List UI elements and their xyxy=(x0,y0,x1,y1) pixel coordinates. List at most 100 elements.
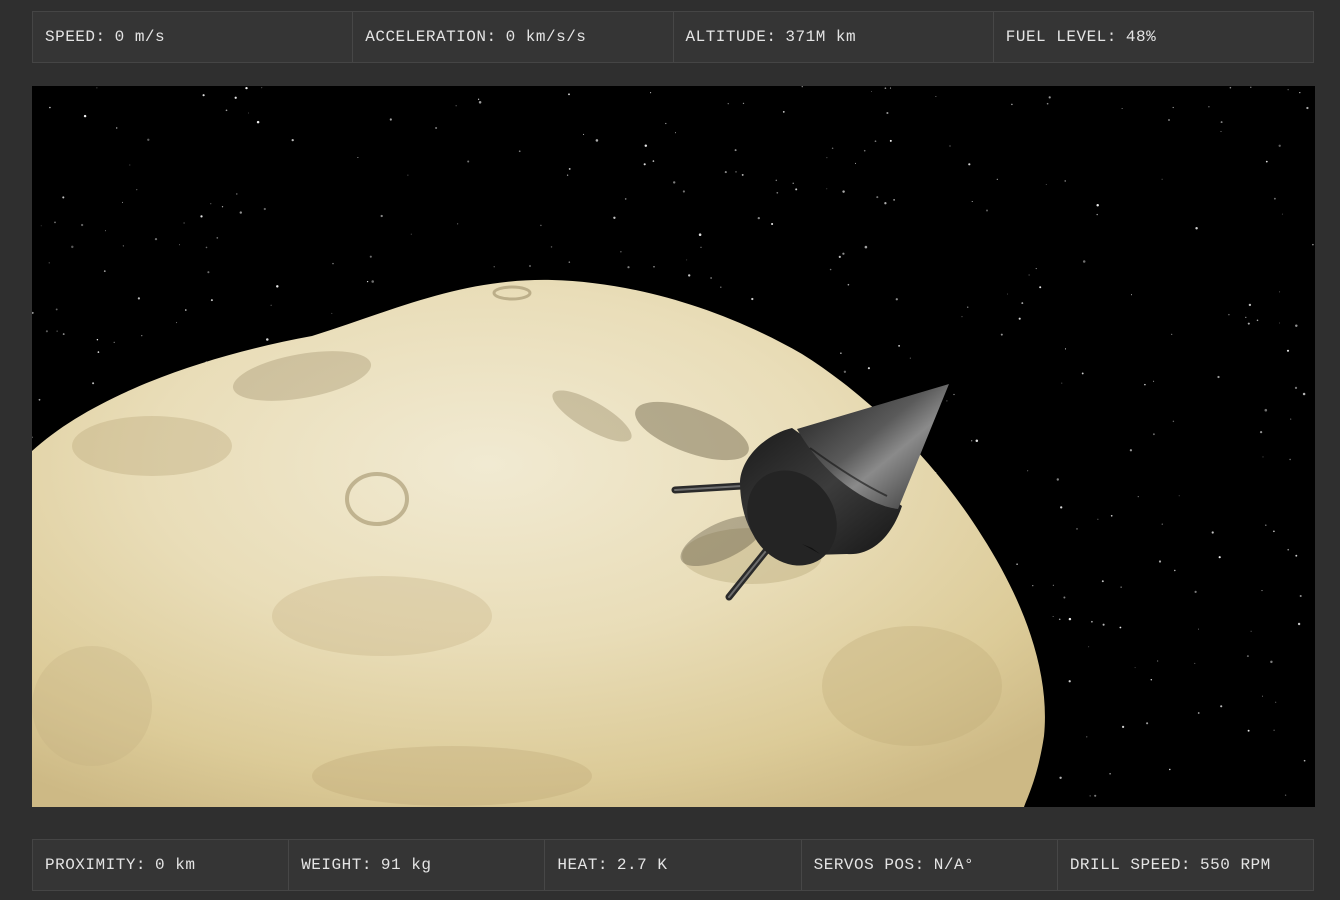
star xyxy=(332,262,334,265)
star xyxy=(643,163,646,166)
star xyxy=(889,87,892,89)
star xyxy=(776,191,779,194)
star xyxy=(771,222,774,226)
star xyxy=(122,201,123,203)
star xyxy=(1247,729,1250,732)
speed-readout: SPEED: 0 m/s xyxy=(33,12,354,62)
star xyxy=(1061,382,1063,384)
star xyxy=(1027,470,1029,472)
star xyxy=(71,245,74,249)
drill-speed-value: 550 RPM xyxy=(1200,856,1271,874)
star xyxy=(1158,560,1162,563)
star xyxy=(1150,678,1153,681)
star xyxy=(829,268,832,271)
star xyxy=(1218,556,1221,559)
star xyxy=(686,259,688,261)
star xyxy=(1016,563,1018,566)
star xyxy=(1228,313,1230,316)
speed-label: SPEED: xyxy=(45,28,106,46)
star xyxy=(435,126,438,130)
proximity-value: 0 km xyxy=(155,856,196,874)
star xyxy=(698,233,702,236)
star xyxy=(55,308,58,311)
star xyxy=(1259,430,1263,434)
star xyxy=(40,225,42,227)
star xyxy=(136,189,138,191)
star xyxy=(389,118,392,121)
star xyxy=(613,216,616,219)
star xyxy=(1120,586,1122,588)
star xyxy=(1060,506,1063,509)
star xyxy=(518,150,521,153)
star xyxy=(1121,725,1125,729)
star xyxy=(276,285,279,288)
star xyxy=(83,114,87,118)
star xyxy=(1297,622,1301,626)
star xyxy=(674,132,677,134)
star xyxy=(1102,623,1105,626)
star xyxy=(1146,722,1149,725)
star xyxy=(221,206,224,208)
star xyxy=(782,111,785,113)
star xyxy=(1294,386,1298,390)
star xyxy=(898,344,901,347)
star xyxy=(1131,294,1132,296)
star xyxy=(1048,96,1051,99)
star xyxy=(673,181,676,184)
star xyxy=(410,233,412,235)
star xyxy=(1028,274,1030,276)
star xyxy=(1265,160,1268,163)
star xyxy=(1086,736,1088,738)
star xyxy=(583,133,585,135)
altitude-label: ALTITUDE: xyxy=(685,28,777,46)
star xyxy=(1270,660,1273,664)
star xyxy=(1121,108,1123,109)
star xyxy=(742,102,745,105)
star xyxy=(45,330,48,333)
star xyxy=(795,188,798,191)
speed-value: 0 m/s xyxy=(114,28,166,46)
3d-viewport[interactable] xyxy=(32,86,1315,807)
star xyxy=(1129,449,1133,452)
star xyxy=(1068,617,1072,621)
star xyxy=(1287,89,1289,91)
star xyxy=(688,274,691,277)
star xyxy=(205,246,208,249)
star xyxy=(113,341,115,344)
star xyxy=(56,330,58,332)
star xyxy=(1134,667,1136,669)
star xyxy=(245,86,248,90)
star xyxy=(971,200,973,203)
servos-pos-value: N/A° xyxy=(933,856,975,874)
star xyxy=(840,352,842,354)
star xyxy=(261,87,263,89)
acceleration-label: ACCELERATION: xyxy=(365,28,497,46)
servos-pos-readout: SERVOS POS: N/A° xyxy=(802,840,1058,890)
star xyxy=(568,167,571,170)
star xyxy=(953,393,955,396)
star xyxy=(700,246,702,248)
star xyxy=(971,440,973,442)
star xyxy=(234,96,237,99)
fuel-level-value: 48% xyxy=(1125,28,1157,46)
star xyxy=(256,120,260,124)
star xyxy=(247,112,249,114)
altitude-value: 371M km xyxy=(785,28,857,46)
star xyxy=(266,338,269,341)
star xyxy=(1063,596,1066,599)
star xyxy=(115,127,118,129)
star xyxy=(1064,348,1067,350)
star xyxy=(568,93,570,96)
proximity-label: PROXIMITY: xyxy=(45,856,147,874)
star xyxy=(1046,102,1049,105)
fuel-level-label: FUEL LEVEL: xyxy=(1005,28,1117,46)
star xyxy=(1246,655,1249,658)
star xyxy=(1265,524,1267,526)
star xyxy=(380,214,383,218)
star xyxy=(62,196,65,199)
telemetry-bar-bottom: PROXIMITY: 0 km WEIGHT: 91 kg HEAT: 2.7 … xyxy=(32,839,1314,891)
star xyxy=(1161,523,1163,525)
star xyxy=(104,230,107,232)
star xyxy=(884,202,887,205)
star xyxy=(96,87,98,89)
